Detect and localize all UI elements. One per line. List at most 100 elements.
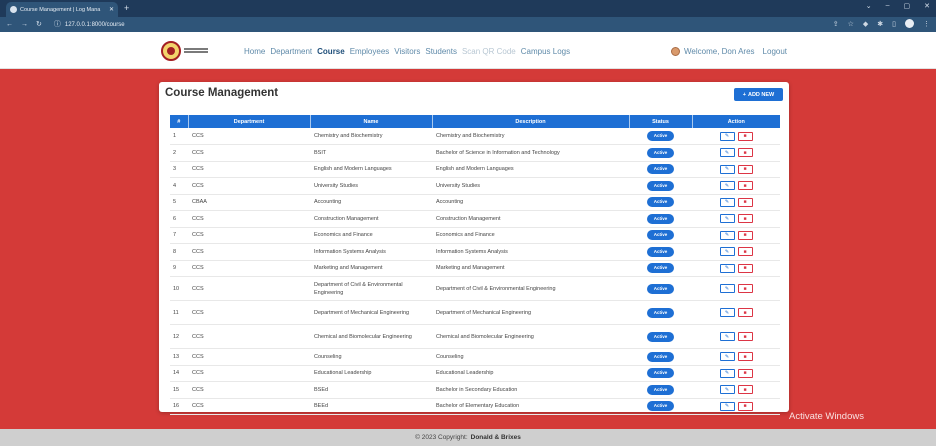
edit-button[interactable]: ✎ [719,368,735,378]
nav-students[interactable]: Students [425,47,457,56]
cell-number: 12 [170,324,188,349]
edit-button[interactable]: ✎ [719,131,735,141]
delete-button[interactable]: ■ [737,197,753,207]
edit-button[interactable]: ✎ [719,197,735,207]
nav-visitors[interactable]: Visitors [394,47,420,56]
delete-button[interactable]: ■ [737,247,753,257]
edit-button[interactable]: ✎ [719,230,735,240]
cell-action: ✎ ■ [692,365,780,382]
delete-button[interactable]: ■ [737,131,753,141]
nav-scan-qr-code[interactable]: Scan QR Code [462,47,516,56]
edit-icon: ✎ [724,133,730,139]
new-tab-icon[interactable]: + [124,3,129,13]
cell-description: Chemistry and Biochemistry [432,128,629,145]
close-window-icon[interactable]: ✕ [924,2,930,10]
edit-button[interactable]: ✎ [719,247,735,257]
delete-button[interactable]: ■ [737,401,753,411]
trash-icon: ■ [743,149,747,156]
edit-button[interactable]: ✎ [719,181,735,191]
nav-campus-logs[interactable]: Campus Logs [521,47,570,56]
nav-department[interactable]: Department [270,47,312,56]
cell-description: Information Systems Analysis [432,243,629,261]
edit-icon: ✎ [724,386,730,393]
status-badge: Active [646,131,675,141]
edit-icon: ✎ [724,265,730,272]
nav-home[interactable]: Home [244,47,265,56]
delete-button[interactable]: ■ [737,284,753,293]
cell-department: CBAA [188,194,310,211]
status-badge: Active [646,331,675,342]
cell-number: 2 [170,144,188,162]
edit-button[interactable]: ✎ [719,284,735,293]
edit-button[interactable]: ✎ [719,214,735,224]
trash-icon: ■ [743,333,747,340]
cell-status: Active [629,300,692,325]
edit-button[interactable]: ✎ [719,401,735,411]
header-status: Status [629,115,693,128]
table-row: 5 CBAA Accounting Accounting Active ✎ ■ [170,194,780,211]
browser-tab[interactable]: Course Management | Log Mana ✕ [6,2,118,17]
delete-button[interactable]: ■ [737,308,753,317]
row-actions: ✎ ■ [696,197,776,207]
info-icon[interactable]: ⓘ [54,20,61,30]
cell-number: 4 [170,177,188,195]
add-new-button[interactable]: + ADD NEW [734,88,783,101]
delete-button[interactable]: ■ [737,352,753,362]
sidebar-icon[interactable]: ▯ [892,20,896,28]
forward-icon[interactable]: → [21,20,28,30]
row-actions: ✎ ■ [696,332,776,341]
chevron-down-icon[interactable]: ⌄ [866,2,872,10]
delete-button[interactable]: ■ [737,181,753,191]
edit-icon: ✎ [724,199,730,206]
puzzle-icon[interactable]: ✱ [877,20,883,28]
extension-icon[interactable]: ◆ [863,20,868,28]
trash-icon: ■ [743,309,747,316]
delete-button[interactable]: ■ [737,214,753,224]
reload-icon[interactable]: ↻ [36,20,42,30]
back-icon[interactable]: ← [6,20,13,30]
delete-button[interactable]: ■ [737,385,753,395]
edit-button[interactable]: ✎ [719,164,735,174]
delete-button[interactable]: ■ [737,332,753,341]
cell-description: Bachelor of Elementary Education [432,398,629,415]
edit-button[interactable]: ✎ [719,308,735,317]
delete-button[interactable]: ■ [737,263,753,273]
edit-button[interactable]: ✎ [719,385,735,395]
edit-icon: ✎ [724,353,730,360]
edit-button[interactable]: ✎ [719,332,735,341]
edit-button[interactable]: ✎ [719,148,735,158]
logo[interactable] [161,41,208,61]
row-actions: ✎ ■ [696,308,776,317]
logout-link[interactable]: Logout [763,47,787,56]
cell-number: 16 [170,398,188,415]
delete-button[interactable]: ■ [737,148,753,158]
row-actions: ✎ ■ [696,164,776,174]
delete-button[interactable]: ■ [737,368,753,378]
close-icon[interactable]: ✕ [109,6,114,13]
cell-description: Bachelor of Science in Information and T… [432,144,629,162]
maximize-icon[interactable]: ▢ [904,2,911,10]
delete-button[interactable]: ■ [737,164,753,174]
edit-button[interactable]: ✎ [719,352,735,362]
minimize-icon[interactable]: – [886,2,890,10]
menu-icon[interactable]: ⋮ [923,20,930,28]
delete-button[interactable]: ■ [737,230,753,240]
cell-name: BSIT [310,144,432,162]
cell-action: ✎ ■ [692,398,780,415]
profile-avatar-icon[interactable] [905,19,914,28]
star-icon[interactable]: ☆ [848,20,854,28]
url-field[interactable]: ⓘ 127.0.0.1:8000/course [50,19,129,30]
nav-employees[interactable]: Employees [350,47,390,56]
header-name: Name [310,115,433,128]
table-row: 10 CCS Department of Civil & Environmental… [170,276,780,301]
edit-button[interactable]: ✎ [719,263,735,273]
cell-department: CCS [188,210,310,228]
row-actions: ✎ ■ [696,401,776,411]
nav-course[interactable]: Course [317,47,345,56]
share-icon[interactable]: ⇪ [833,20,839,28]
cell-action: ✎ ■ [692,276,780,301]
trash-icon: ■ [743,265,747,272]
header-department: Department [188,115,311,128]
cell-description: Accounting [432,194,629,211]
trash-icon: ■ [743,370,747,377]
